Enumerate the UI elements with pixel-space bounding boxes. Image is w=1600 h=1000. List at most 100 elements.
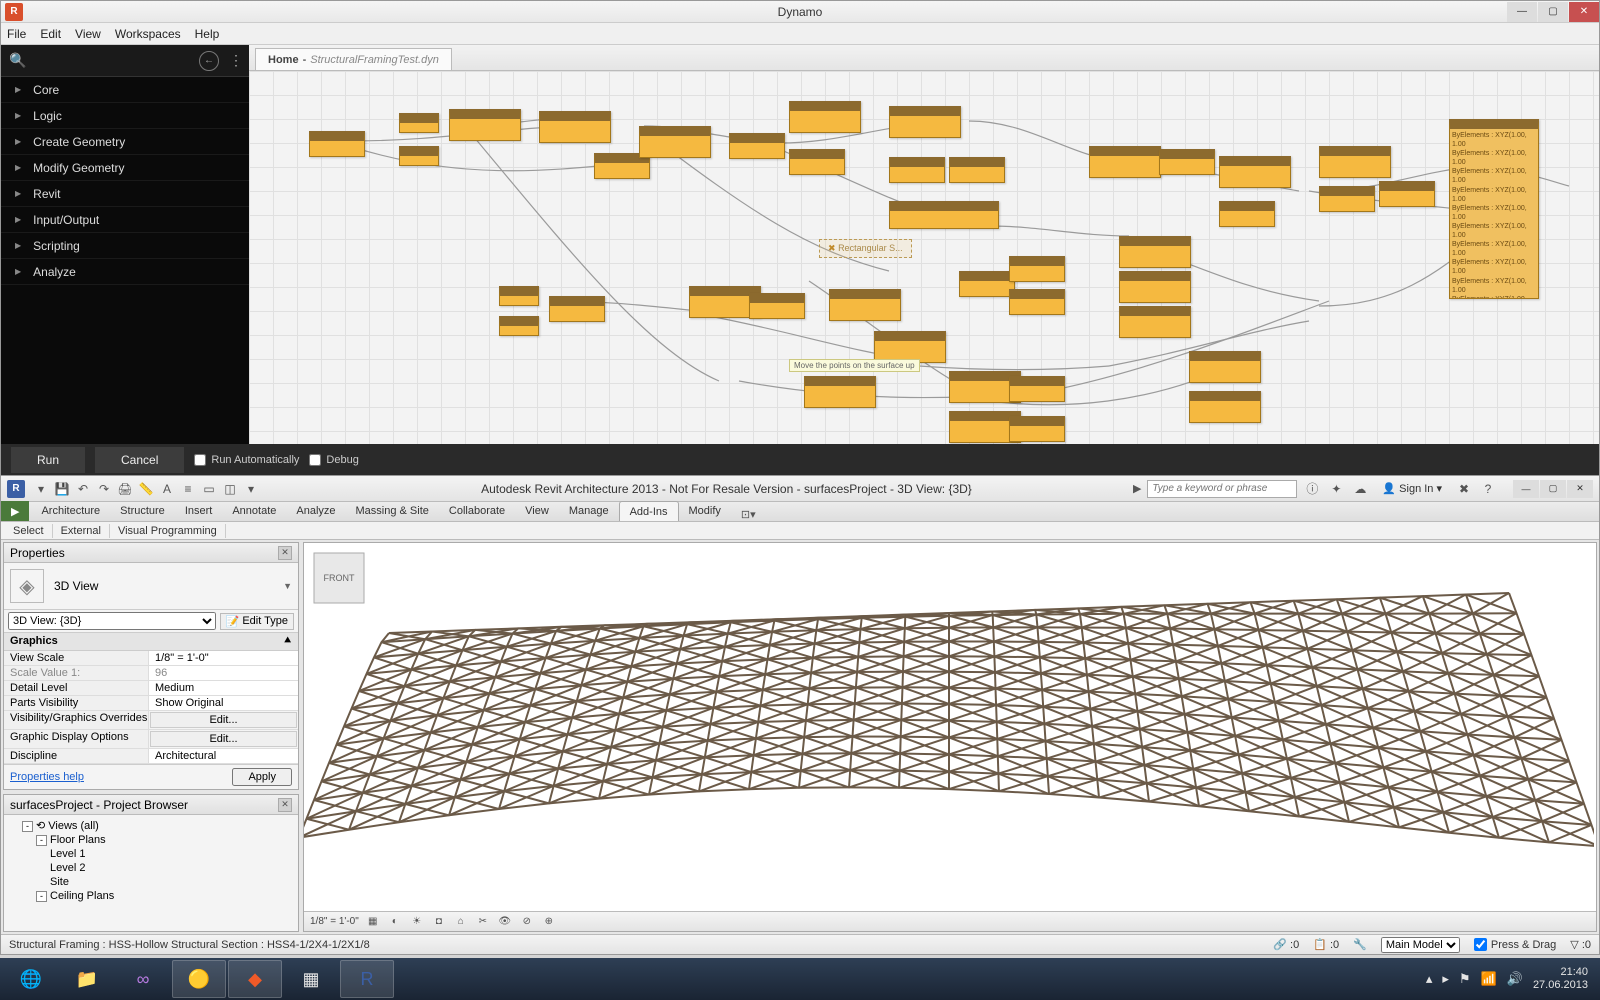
revit-minimize-button[interactable]: —	[1513, 480, 1539, 498]
worksets-icon[interactable]: 🔗 :0	[1273, 938, 1299, 951]
library-category-analyze[interactable]: ▶Analyze	[1, 259, 249, 285]
tab-structure[interactable]: Structure	[110, 501, 175, 521]
properties-help-link[interactable]: Properties help	[10, 771, 84, 783]
tab-manage[interactable]: Manage	[559, 501, 619, 521]
undo-icon[interactable]: ↶	[74, 480, 92, 498]
close-button[interactable]: ✕	[1569, 2, 1599, 22]
taskbar-explorer-icon[interactable]: 📁	[60, 960, 114, 998]
taskbar-chrome-icon[interactable]: 🟡	[172, 960, 226, 998]
application-menu-button[interactable]: ▶	[1, 501, 29, 521]
tray-app-icon[interactable]: ▸	[1442, 971, 1449, 987]
graph-node[interactable]	[449, 109, 521, 141]
editable-only-icon[interactable]: 📋 :0	[1313, 938, 1339, 951]
library-category-modify-geometry[interactable]: ▶Modify Geometry	[1, 155, 249, 181]
taskbar-revit-icon[interactable]: R	[340, 960, 394, 998]
tray-flag-icon[interactable]: ⚑	[1459, 971, 1471, 987]
measure-icon[interactable]: 📏	[137, 480, 155, 498]
graph-node[interactable]	[399, 146, 439, 166]
edit-type-button[interactable]: 📝 Edit Type	[220, 613, 294, 630]
run-button[interactable]: Run	[11, 447, 85, 473]
save-icon[interactable]: 💾	[53, 480, 71, 498]
graph-node[interactable]	[789, 149, 845, 175]
instance-selector[interactable]: 3D View: {3D}	[8, 612, 216, 630]
graph-node[interactable]	[1009, 289, 1065, 315]
panel-select[interactable]: Select	[5, 524, 53, 538]
tab-architecture[interactable]: Architecture	[31, 501, 110, 521]
tab-view[interactable]: View	[515, 501, 559, 521]
subscription-icon[interactable]: ✦	[1327, 480, 1345, 498]
dropdown-icon[interactable]: ▾	[242, 480, 260, 498]
maximize-button[interactable]: ▢	[1538, 2, 1568, 22]
tray-up-icon[interactable]: ▴	[1426, 971, 1433, 987]
graph-node[interactable]	[889, 106, 961, 138]
graph-node[interactable]	[1379, 181, 1435, 207]
library-category-scripting[interactable]: ▶Scripting	[1, 233, 249, 259]
library-category-core[interactable]: ▶Core	[1, 77, 249, 103]
main-model-select[interactable]: Main Model	[1381, 937, 1460, 953]
plane-icon[interactable]: ◫	[221, 480, 239, 498]
apply-button[interactable]: Apply	[232, 768, 292, 786]
shadows-icon[interactable]: ◘	[431, 914, 447, 930]
graph-canvas[interactable]: ByElements : XYZ(1.00, 1.00ByElements : …	[249, 71, 1599, 444]
options-dots-icon[interactable]: ⋮	[229, 52, 241, 69]
graph-node[interactable]	[1189, 391, 1261, 423]
tab-annotate[interactable]: Annotate	[222, 501, 286, 521]
help-icon[interactable]: ?	[1479, 480, 1497, 498]
panel-close-icon[interactable]: ✕	[278, 798, 292, 812]
revit-maximize-button[interactable]: ▢	[1540, 480, 1566, 498]
cancel-button[interactable]: Cancel	[95, 447, 184, 473]
sun-path-icon[interactable]: ☀	[409, 914, 425, 930]
type-selector[interactable]: 3D View	[54, 579, 273, 593]
dynamo-canvas[interactable]: Home-StructuralFramingTest.dyn	[249, 45, 1599, 444]
graph-node[interactable]	[1089, 146, 1161, 178]
tab-collaborate[interactable]: Collaborate	[439, 501, 515, 521]
tray-volume-icon[interactable]: 🔊	[1507, 971, 1523, 987]
taskbar-app-icon[interactable]: ▦	[284, 960, 338, 998]
temp-hide-icon[interactable]: ⊘	[519, 914, 535, 930]
tab-modify[interactable]: Modify	[679, 501, 731, 521]
tray-network-icon[interactable]: 📶	[1481, 971, 1497, 987]
graph-node[interactable]	[1119, 306, 1191, 338]
taskbar-ie-icon[interactable]: 🌐	[4, 960, 58, 998]
search-icon[interactable]: 🔍	[9, 52, 26, 69]
panel-visual-programming[interactable]: Visual Programming	[110, 524, 226, 538]
press-drag-checkbox[interactable]: Press & Drag	[1474, 938, 1556, 951]
info-icon[interactable]: ⓘ	[1303, 480, 1321, 498]
tab-insert[interactable]: Insert	[175, 501, 223, 521]
ghost-node[interactable]: ✖ Rectangular S...	[819, 239, 912, 258]
graph-node[interactable]	[889, 201, 999, 229]
properties-header[interactable]: Properties ✕	[4, 543, 298, 563]
graph-node[interactable]	[804, 376, 876, 408]
graph-node[interactable]	[949, 157, 1005, 183]
library-category-input-output[interactable]: ▶Input/Output	[1, 207, 249, 233]
menu-edit[interactable]: Edit	[40, 27, 61, 41]
graph-node[interactable]	[789, 101, 861, 133]
project-browser-tree[interactable]: -⟲ Views (all)-Floor PlansLevel 1Level 2…	[4, 815, 298, 906]
rendering-icon[interactable]: ⌂	[453, 914, 469, 930]
graph-node[interactable]	[309, 131, 365, 157]
graph-node[interactable]	[749, 293, 805, 319]
project-browser-header[interactable]: surfacesProject - Project Browser ✕	[4, 795, 298, 815]
graph-node[interactable]	[729, 133, 785, 159]
graph-node[interactable]	[399, 113, 439, 133]
graph-watch-node[interactable]: ByElements : XYZ(1.00, 1.00ByElements : …	[1449, 119, 1539, 299]
graph-node[interactable]	[1009, 376, 1065, 402]
run-auto-checkbox[interactable]: Run Automatically	[194, 454, 299, 466]
back-circle-icon[interactable]: ←	[199, 51, 219, 71]
reveal-icon[interactable]: ⊕	[541, 914, 557, 930]
menu-help[interactable]: Help	[195, 27, 220, 41]
debug-checkbox[interactable]: Debug	[309, 454, 358, 466]
sign-in-button[interactable]: 👤 Sign In ▾	[1375, 480, 1449, 497]
type-dropdown-icon[interactable]: ▼	[283, 581, 292, 591]
text-icon[interactable]: A	[158, 480, 176, 498]
tab-massing-site[interactable]: Massing & Site	[346, 501, 439, 521]
menu-workspaces[interactable]: Workspaces	[115, 27, 181, 41]
graph-node[interactable]	[499, 286, 539, 306]
redo-icon[interactable]: ↷	[95, 480, 113, 498]
graph-node[interactable]	[1009, 256, 1065, 282]
keyword-search-input[interactable]	[1147, 480, 1297, 498]
graph-node[interactable]	[549, 296, 605, 322]
3d-viewport[interactable]: FRONT 1/8" = 1'-0" ▦ ◐ ☀ ◘ ⌂ ✂ 👁 ⊘ ⊕	[303, 542, 1597, 932]
design-options-icon[interactable]: 🔧	[1353, 938, 1367, 951]
graph-node[interactable]	[499, 316, 539, 336]
